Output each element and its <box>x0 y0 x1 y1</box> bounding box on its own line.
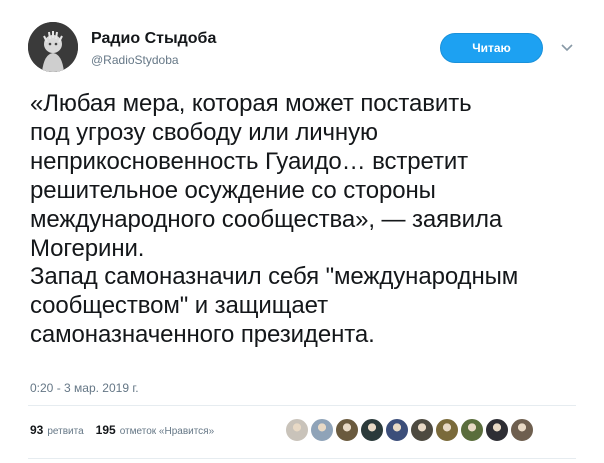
more-options-button[interactable] <box>557 38 577 58</box>
divider <box>28 405 576 406</box>
tweet-text-line: самоназначенного президента. <box>30 321 375 349</box>
liker-avatar-5[interactable] <box>385 418 409 442</box>
likes-label[interactable]: отметок «Нравится» <box>120 426 214 437</box>
tweet-timestamp[interactable]: 0:20 - 3 мар. 2019 г. <box>30 381 139 395</box>
tweet-text-line: Запад самоназначил себя "международным <box>30 263 519 291</box>
chevron-down-icon <box>561 44 573 52</box>
tweet-text-line: под угрозу свободу или личную <box>30 118 378 146</box>
tweet-text-line: международного сообщества», — заявила <box>30 205 503 233</box>
liker-avatars <box>285 418 535 442</box>
profile-avatar[interactable] <box>28 22 78 72</box>
tweet-stats: 93 ретвита 195 отметок «Нравится» <box>30 423 214 437</box>
statue-icon <box>28 22 78 72</box>
retweets-label[interactable]: ретвита <box>47 426 83 437</box>
tweet-text-line: решительное осуждение со стороны <box>30 176 436 204</box>
liker-avatar-10[interactable] <box>510 418 534 442</box>
liker-avatar-3[interactable] <box>335 418 359 442</box>
following-button[interactable]: Читаю <box>440 33 543 63</box>
liker-avatar-9[interactable] <box>485 418 509 442</box>
liker-avatar-6[interactable] <box>410 418 434 442</box>
tweet-text-line: сообществом" и защищает <box>30 292 328 320</box>
liker-avatar-8[interactable] <box>460 418 484 442</box>
likes-count[interactable]: 195 <box>96 423 116 437</box>
liker-avatar-2[interactable] <box>310 418 334 442</box>
tweet: Радио Стыдоба @RadioStydoba Читаю «Любая… <box>0 0 604 463</box>
display-name[interactable]: Радио Стыдоба <box>91 30 216 48</box>
user-handle[interactable]: @RadioStydoba <box>91 53 179 67</box>
tweet-text: «Любая мера, которая может поставить под… <box>30 90 595 350</box>
tweet-text-line: «Любая мера, которая может поставить <box>30 90 472 117</box>
tweet-text-line: неприкосновенность Гуаидо… встретит <box>30 147 469 175</box>
tweet-text-line: Могерини. <box>30 234 145 262</box>
liker-avatar-4[interactable] <box>360 418 384 442</box>
retweets-count[interactable]: 93 <box>30 423 43 437</box>
liker-avatar-7[interactable] <box>435 418 459 442</box>
divider <box>28 458 576 459</box>
liker-avatar-1[interactable] <box>285 418 309 442</box>
